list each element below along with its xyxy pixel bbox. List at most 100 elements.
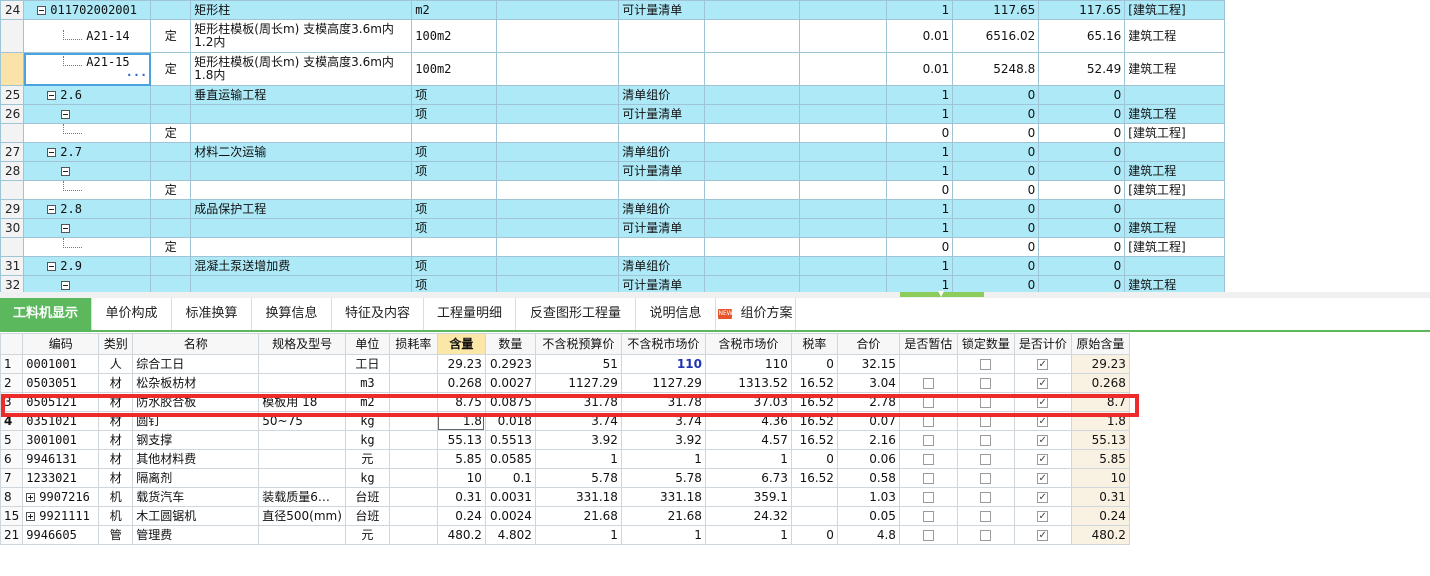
code-cell[interactable] xyxy=(23,104,152,124)
kind-cell[interactable]: 材 xyxy=(98,430,134,450)
spec-cell[interactable]: 直径500(mm) xyxy=(258,506,346,526)
total-cell[interactable]: 3.04 xyxy=(836,373,900,393)
code-cell[interactable]: 0001001 xyxy=(22,354,100,374)
kind-cell[interactable] xyxy=(150,142,192,162)
name-cell[interactable] xyxy=(190,161,413,181)
code-cell[interactable] xyxy=(23,275,152,292)
category-cell[interactable] xyxy=(618,52,706,86)
row-number[interactable]: 27 xyxy=(0,142,25,162)
market-price-cell[interactable]: 21.68 xyxy=(620,506,706,526)
unit-cell[interactable]: 台班 xyxy=(344,506,390,526)
code-cell[interactable]: A21-14 xyxy=(23,19,152,53)
row-number[interactable]: 29 xyxy=(0,199,25,219)
row-number[interactable] xyxy=(0,237,25,257)
blank-cell[interactable] xyxy=(704,123,801,143)
blank-cell[interactable] xyxy=(704,218,801,238)
price-cell[interactable]: 0 xyxy=(952,256,1040,276)
original-content-cell[interactable]: 0.31 xyxy=(1070,487,1130,507)
column-header[interactable]: 规格及型号 xyxy=(258,333,346,355)
blank-cell[interactable] xyxy=(704,256,801,276)
kind-cell[interactable]: 定 xyxy=(150,237,192,257)
name-cell[interactable]: 垂直运输工程 xyxy=(190,85,413,105)
provisional-cell[interactable] xyxy=(898,392,958,412)
kind-cell[interactable] xyxy=(150,275,192,292)
bill-row[interactable]: 32 项可计量清单 1 0 0 建筑工程 xyxy=(0,275,1226,292)
kind-cell[interactable]: 定 xyxy=(150,19,192,53)
name-cell[interactable]: 载货汽车 xyxy=(132,487,260,507)
blank-cell[interactable] xyxy=(704,142,801,162)
provisional-checkbox[interactable] xyxy=(922,397,934,408)
collapse-toggle-icon[interactable] xyxy=(47,91,57,100)
blank-cell[interactable] xyxy=(704,19,801,53)
category-cell[interactable]: 可计量清单 xyxy=(618,275,706,292)
tax-market-price-cell[interactable]: 37.03 xyxy=(704,392,792,412)
row-number[interactable]: 5 xyxy=(0,430,24,450)
quantity-cell[interactable]: 1 xyxy=(886,104,954,124)
tax-market-price-cell[interactable]: 6.73 xyxy=(704,468,792,488)
column-header[interactable]: 是否暂估 xyxy=(898,333,958,355)
total-cell[interactable]: 0 xyxy=(1038,237,1126,257)
resource-row[interactable]: 4 0351021 材圆钉 50~75 kg 1.8 0.018 3.74 3.74 4.36 16… xyxy=(0,411,1130,431)
lock-quantity-cell[interactable] xyxy=(956,487,1015,507)
quantity-cell[interactable]: 0 xyxy=(886,123,954,143)
loss-rate-cell[interactable] xyxy=(388,468,438,488)
code-cell[interactable]: 2.7 xyxy=(23,142,152,162)
code-cell[interactable] xyxy=(23,180,152,200)
budget-price-cell[interactable]: 1 xyxy=(534,449,622,469)
collapse-handle[interactable]: ▼ xyxy=(900,289,984,298)
budget-price-cell[interactable]: 5.78 xyxy=(534,468,622,488)
kind-cell[interactable]: 管 xyxy=(98,525,134,545)
unit-cell[interactable]: kg xyxy=(344,411,390,431)
category-cell[interactable] xyxy=(618,180,706,200)
priced-cell[interactable] xyxy=(1013,487,1072,507)
kind-cell[interactable]: 材 xyxy=(98,411,134,431)
price-cell[interactable]: 0 xyxy=(952,161,1040,181)
original-content-cell[interactable]: 55.13 xyxy=(1070,430,1130,450)
collapse-toggle-icon[interactable] xyxy=(61,110,71,119)
blank-cell[interactable] xyxy=(704,52,801,86)
blank-cell[interactable] xyxy=(496,237,620,257)
quantity-cell[interactable]: 0.5513 xyxy=(484,430,536,450)
bill-row[interactable]: 27 2.7 材料二次运输项清单组价 1 0 0 xyxy=(0,142,1226,162)
total-cell[interactable]: 0 xyxy=(1038,142,1126,162)
kind-cell[interactable]: 材 xyxy=(98,373,134,393)
tax-rate-cell[interactable]: 16.52 xyxy=(790,468,838,488)
total-cell[interactable]: 0 xyxy=(1038,180,1126,200)
provisional-checkbox[interactable] xyxy=(922,492,934,503)
blank-cell[interactable] xyxy=(704,180,801,200)
unit-cell[interactable] xyxy=(411,180,498,200)
bill-row[interactable]: 28 项可计量清单 1 0 0 建筑工程 xyxy=(0,161,1226,181)
quantity-cell[interactable]: 0.0875 xyxy=(484,392,536,412)
loss-rate-cell[interactable] xyxy=(388,506,438,526)
total-cell[interactable]: 117.65 xyxy=(1038,0,1126,20)
lock-quantity-checkbox[interactable] xyxy=(980,378,992,389)
kind-cell[interactable]: 材 xyxy=(98,449,134,469)
column-header[interactable]: 含量 xyxy=(436,333,486,355)
profession-cell[interactable]: 建筑工程 xyxy=(1124,275,1226,292)
blank-cell[interactable] xyxy=(496,123,620,143)
profession-cell[interactable]: 建筑工程 xyxy=(1124,161,1226,181)
code-cell[interactable] xyxy=(23,237,152,257)
resource-row[interactable]: 8 9907216 机载货汽车 装载质量6… 台班 0.31 0.0031 331.18 331… xyxy=(0,487,1130,507)
unit-cell[interactable]: kg xyxy=(344,430,390,450)
price-cell[interactable]: 6516.02 xyxy=(952,19,1040,53)
profession-cell[interactable]: 建筑工程 xyxy=(1124,52,1226,86)
spec-cell[interactable] xyxy=(258,373,346,393)
total-cell[interactable]: 0 xyxy=(1038,256,1126,276)
unit-cell[interactable]: 元 xyxy=(344,449,390,469)
provisional-cell[interactable] xyxy=(898,373,958,393)
collapse-toggle-icon[interactable] xyxy=(47,205,57,214)
priced-checkbox[interactable] xyxy=(1037,394,1049,411)
column-header[interactable]: 损耗率 xyxy=(388,333,438,355)
lock-quantity-cell[interactable] xyxy=(956,449,1015,469)
total-cell[interactable]: 0 xyxy=(1038,199,1126,219)
blank-cell[interactable] xyxy=(704,0,801,20)
bill-row[interactable]: 25 2.6 垂直运输工程项清单组价 1 0 0 xyxy=(0,85,1226,105)
blank-cell[interactable] xyxy=(799,142,888,162)
blank-cell[interactable] xyxy=(704,275,801,292)
priced-cell[interactable] xyxy=(1013,525,1072,545)
row-number[interactable]: 31 xyxy=(0,256,25,276)
bill-row[interactable]: A21-14 定矩形柱模板(周长m) 支模高度3.6m内 1.2内 100m2 0.0… xyxy=(0,19,1226,53)
row-number[interactable]: 3 xyxy=(0,392,24,412)
row-number[interactable]: 8 xyxy=(0,487,24,507)
